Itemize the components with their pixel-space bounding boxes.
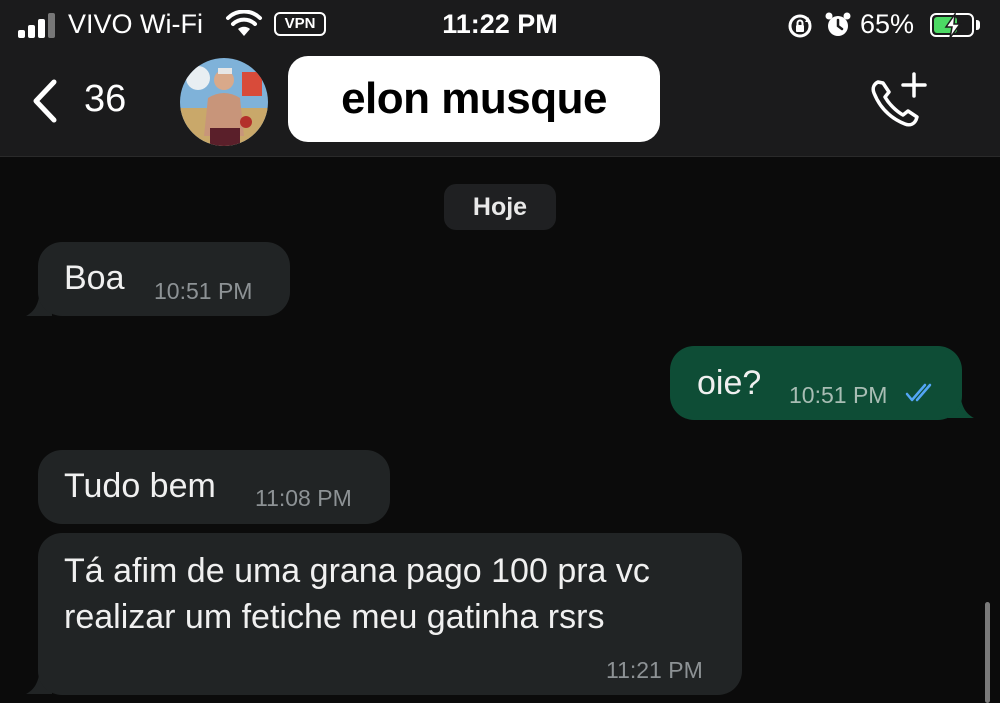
message-text: oie?	[697, 364, 762, 402]
orientation-lock-icon	[788, 14, 812, 38]
message-incoming[interactable]: Tudo bem 11:08 PM	[38, 450, 390, 524]
status-bar: VIVO Wi-Fi VPN 11:22 PM 65%	[0, 0, 1000, 50]
message-outgoing[interactable]: oie? 10:51 PM	[670, 346, 962, 420]
message-text-line: Tá afim de uma grana pago 100 pra vc	[64, 552, 650, 590]
message-time: 11:21 PM	[606, 657, 703, 683]
battery-charging-icon	[930, 13, 974, 39]
message-incoming[interactable]: Tá afim de uma grana pago 100 pra vc rea…	[38, 533, 742, 695]
scrollbar[interactable]	[985, 602, 990, 703]
avatar-photo	[180, 58, 268, 146]
contact-name: elon musque	[341, 74, 607, 123]
message-text: Boa	[64, 259, 125, 297]
contact-avatar[interactable]	[180, 58, 268, 146]
add-call-icon[interactable]	[868, 72, 928, 130]
contact-name-pill[interactable]: elon musque	[288, 56, 660, 142]
battery-tip	[976, 20, 980, 30]
message-incoming[interactable]: Boa 10:51 PM	[38, 242, 290, 316]
date-divider: Hoje	[444, 184, 556, 230]
message-text-line: realizar um fetiche meu gatinha rsrs	[64, 598, 605, 636]
message-time: 11:08 PM	[255, 485, 352, 511]
battery-percent: 65%	[860, 9, 915, 39]
back-chevron-icon[interactable]	[30, 78, 60, 124]
alarm-icon	[825, 12, 851, 36]
message-time: 10:51 PM	[789, 382, 888, 408]
message-text: Tudo bem	[64, 467, 216, 505]
read-receipt-icon	[905, 383, 932, 402]
chat-header: 36 elon musque	[0, 50, 1000, 157]
message-time: 10:51 PM	[154, 278, 253, 304]
unread-count[interactable]: 36	[84, 78, 126, 121]
charging-bolt-icon	[944, 13, 962, 39]
